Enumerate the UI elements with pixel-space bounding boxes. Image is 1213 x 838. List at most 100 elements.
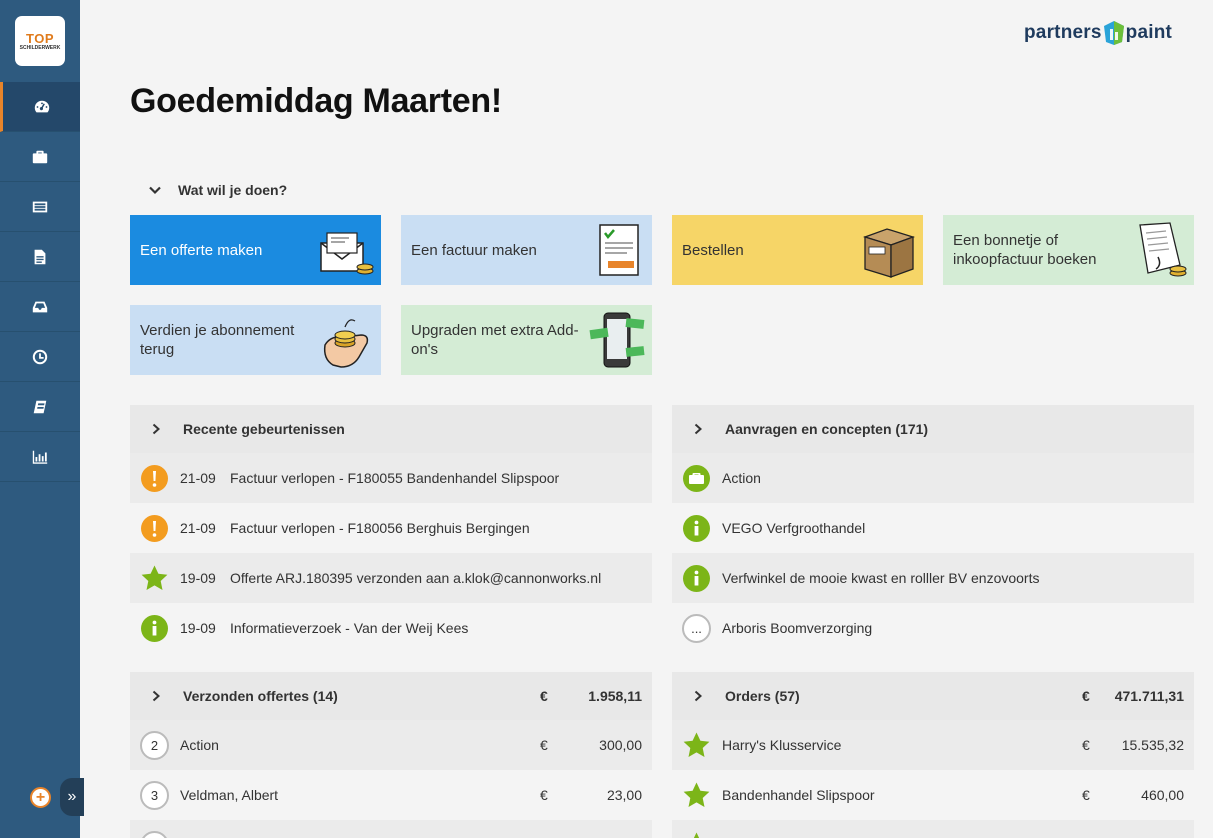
quote-name: Veldman, Albert <box>180 787 279 803</box>
count-badge-number <box>140 830 169 838</box>
nav-book[interactable] <box>0 382 80 432</box>
currency-symbol: € <box>1082 688 1090 704</box>
tile-order[interactable]: Bestellen <box>672 215 923 285</box>
order-name: Bandenhandel Slipspoor <box>722 787 875 803</box>
sidebar-nav <box>0 82 80 482</box>
sent-quotes-panel: Verzonden offertes (14) € 1.958,11 2 Act… <box>130 672 652 838</box>
phone-addons-icon <box>589 312 645 368</box>
chevron-right-icon <box>152 423 160 435</box>
warning-icon <box>140 514 169 543</box>
ellipsis-badge: ... <box>682 613 711 643</box>
order-amount: 15.535,32 <box>1121 737 1184 753</box>
request-name: VEGO Verfgroothandel <box>722 520 866 536</box>
request-row[interactable]: ... Arboris Boomverzorging <box>672 603 1194 653</box>
chevron-right-icon <box>152 690 160 702</box>
order-row[interactable] <box>672 820 1194 838</box>
tile-create-invoice[interactable]: Een factuur maken <box>401 215 652 285</box>
brand-in-icon <box>1103 20 1125 46</box>
nav-projects[interactable] <box>0 132 80 182</box>
request-name: Verfwinkel de mooie kwast en rolller BV … <box>722 570 1040 586</box>
panel-total: 471.711,31 <box>1114 688 1184 704</box>
expand-sidebar-icon[interactable]: » <box>60 778 84 816</box>
count-badge: 2 <box>140 730 169 760</box>
ellipsis-icon: ... <box>682 613 711 643</box>
warning-icon <box>140 464 169 493</box>
hand-coins-icon <box>323 319 369 368</box>
recent-events-header[interactable]: Recente gebeurtenissen <box>130 405 652 453</box>
order-row[interactable]: Bandenhandel Slipspoor € 460,00 <box>672 770 1194 820</box>
box-icon <box>862 228 916 278</box>
star-icon <box>140 564 169 593</box>
nav-time[interactable] <box>0 332 80 382</box>
panel-total: 1.958,11 <box>588 688 642 704</box>
order-amount: 460,00 <box>1141 787 1184 803</box>
request-row[interactable]: Verfwinkel de mooie kwast en rolller BV … <box>672 553 1194 603</box>
order-row[interactable]: Harry's Klusservice € 15.535,32 <box>672 720 1194 770</box>
actions-section-toggle[interactable]: Wat wil je doen? <box>148 182 287 198</box>
recent-events-panel: Recente gebeurtenissen 21-09 Factuur ver… <box>130 405 652 653</box>
receipt-coins-icon <box>1139 222 1187 277</box>
currency-symbol: € <box>1082 737 1090 753</box>
currency-symbol: € <box>540 787 548 803</box>
nav-dashboard[interactable] <box>0 82 80 132</box>
orders-header[interactable]: Orders (57) € 471.711,31 <box>672 672 1194 720</box>
info-icon <box>682 564 711 593</box>
nav-documents[interactable] <box>0 232 80 282</box>
bar-chart-icon <box>32 450 48 464</box>
company-logo[interactable]: TOP SCHILDERWERK <box>15 16 65 66</box>
quote-amount: 23,00 <box>606 787 642 803</box>
event-row[interactable]: 19-09 Offerte ARJ.180395 verzonden aan a… <box>130 553 652 603</box>
currency-symbol: € <box>1082 787 1090 803</box>
briefcase-icon <box>682 464 711 493</box>
request-row[interactable]: VEGO Verfgroothandel <box>672 503 1194 553</box>
tile-create-quote[interactable]: Een offerte maken <box>130 215 381 285</box>
nav-inbox[interactable] <box>0 282 80 332</box>
request-row[interactable]: Action <box>672 453 1194 503</box>
tile-label: Een bonnetje of inkoopfactuur boeken <box>953 232 1097 268</box>
currency-symbol: € <box>540 688 548 704</box>
request-name: Action <box>722 470 761 486</box>
order-name: Harry's Klusservice <box>722 737 842 753</box>
logo-subtext: SCHILDERWERK <box>19 44 61 51</box>
panel-title: Aanvragen en concepten (171) <box>725 421 929 437</box>
event-row[interactable]: 21-09 Factuur verlopen - F180055 Bandenh… <box>130 453 652 503</box>
info-icon <box>140 614 169 643</box>
event-row[interactable]: 21-09 Factuur verlopen - F180056 Berghui… <box>130 503 652 553</box>
star-icon <box>682 831 711 838</box>
event-row[interactable]: 19-09 Informatieverzoek - Van der Weij K… <box>130 603 652 653</box>
event-date: 21-09 <box>180 520 216 536</box>
quote-row[interactable]: 3 Veldman, Albert € 23,00 <box>130 770 652 820</box>
quote-row[interactable] <box>130 820 652 838</box>
briefcase-icon <box>32 150 48 163</box>
sent-quotes-header[interactable]: Verzonden offertes (14) € 1.958,11 <box>130 672 652 720</box>
tile-label: Verdien je abonnement terug <box>140 322 295 358</box>
count-badge-number: 2 <box>140 730 169 760</box>
event-date: 19-09 <box>180 620 216 636</box>
tile-earn-subscription[interactable]: Verdien je abonnement terug <box>130 305 381 375</box>
add-icon[interactable]: + <box>30 787 51 808</box>
requests-header[interactable]: Aanvragen en concepten (171) <box>672 405 1194 453</box>
event-date: 21-09 <box>180 470 216 486</box>
star-icon <box>682 731 711 760</box>
quote-row[interactable]: 2 Action € 300,00 <box>130 720 652 770</box>
event-text: Factuur verlopen - F180056 Berghuis Berg… <box>230 520 530 536</box>
count-badge <box>140 830 169 838</box>
panel-title: Orders (57) <box>725 688 800 704</box>
count-badge-number: 3 <box>140 780 169 810</box>
invoice-icon <box>599 224 639 276</box>
panel-title: Recente gebeurtenissen <box>183 421 345 437</box>
tile-book-receipt[interactable]: Een bonnetje of inkoopfactuur boeken <box>943 215 1194 285</box>
tile-label: Een offerte maken <box>140 241 263 259</box>
info-icon <box>682 514 711 543</box>
tile-label: Bestellen <box>682 241 744 259</box>
panel-title: Verzonden offertes (14) <box>183 688 338 704</box>
brand-left: partners <box>1024 22 1102 43</box>
nav-list[interactable] <box>0 182 80 232</box>
event-text: Offerte ARJ.180395 verzonden aan a.klok@… <box>230 570 602 586</box>
chevron-right-icon <box>694 423 702 435</box>
logo-text: TOP <box>26 30 54 46</box>
requests-panel: Aanvragen en concepten (171) Action VEGO… <box>672 405 1194 653</box>
quote-amount: 300,00 <box>599 737 642 753</box>
nav-reports[interactable] <box>0 432 80 482</box>
tile-upgrade-addons[interactable]: Upgraden met extra Add-on's <box>401 305 652 375</box>
